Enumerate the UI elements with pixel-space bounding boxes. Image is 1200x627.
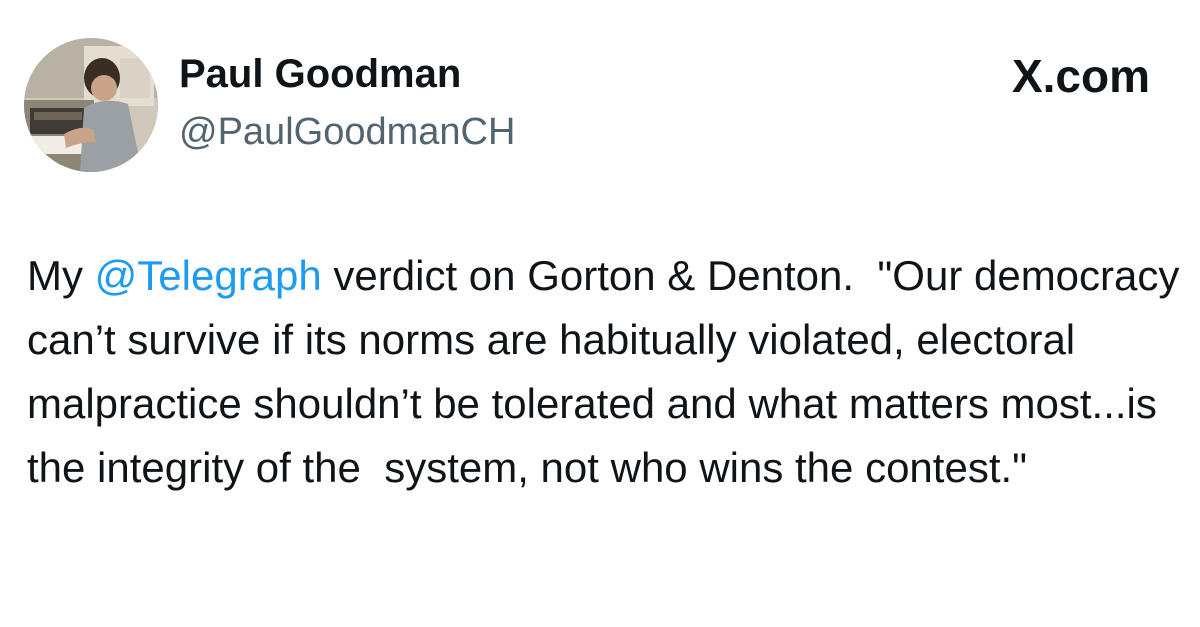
mention-link-telegraph[interactable]: @Telegraph xyxy=(95,252,322,299)
avatar[interactable] xyxy=(24,38,158,172)
author-handle[interactable]: @PaulGoodmanCH xyxy=(179,109,515,155)
profile-photo-icon xyxy=(24,38,158,172)
x-logo-text: X.com xyxy=(1011,50,1150,102)
tweet-text-start: My xyxy=(27,252,95,299)
author-display-name[interactable]: Paul Goodman xyxy=(179,50,461,98)
tweet-body: My @Telegraph verdict on Gorton & Denton… xyxy=(27,244,1187,500)
tweet-card: Paul Goodman @PaulGoodmanCH X.com My @Te… xyxy=(0,0,1200,627)
